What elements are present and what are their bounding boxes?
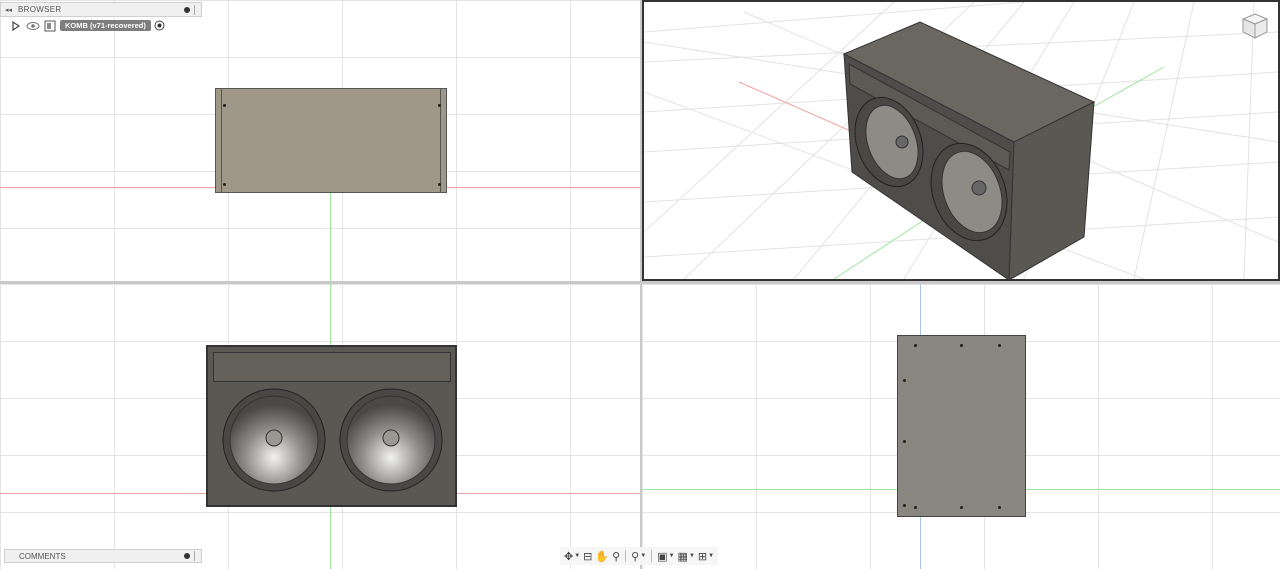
pin-icon[interactable]: [184, 553, 190, 559]
toolbar-divider: [625, 550, 627, 562]
eye-icon[interactable]: [26, 21, 40, 31]
viewport-perspective[interactable]: [642, 0, 1280, 281]
viewport-bottom-left[interactable]: COMMENTS: [0, 284, 640, 569]
panel-grip[interactable]: [194, 4, 197, 15]
component-label[interactable]: KOMB (v71-recovered): [60, 20, 151, 31]
perspective-scene: [644, 2, 1278, 279]
double-left-arrow-icon[interactable]: ◂◂: [5, 6, 12, 14]
tree-root-row[interactable]: KOMB (v71-recovered): [0, 17, 202, 34]
zoom-window-icon[interactable]: ⚲ ▼: [631, 550, 646, 563]
pin-icon[interactable]: [184, 6, 190, 13]
cabinet-3d[interactable]: [842, 21, 1096, 279]
radio-target-icon[interactable]: [154, 20, 165, 31]
screw-hole: [960, 344, 963, 347]
screw-hole: [903, 379, 906, 382]
screw-hole: [998, 506, 1001, 509]
screw-hole: [223, 104, 226, 107]
screw-hole: [960, 506, 963, 509]
display-settings-icon[interactable]: ▣ ▼: [657, 550, 674, 563]
y-axis-line: [330, 192, 331, 281]
cabinet-top-view[interactable]: [215, 88, 447, 193]
screw-hole: [903, 440, 906, 443]
navigation-toolbar: ✥ ▼ ⊟ ✋ ⚲ ⚲ ▼ ▣ ▼ ▦ ▼ ⊞ ▼: [560, 547, 719, 565]
comments-panel[interactable]: COMMENTS: [4, 549, 202, 563]
browser-title: BROWSER: [18, 5, 62, 14]
viewport-bottom-right[interactable]: [642, 284, 1280, 569]
screw-hole: [223, 183, 226, 186]
viewcube-icon[interactable]: [1240, 10, 1270, 40]
component-icon: [44, 20, 56, 31]
cabinet-side-view[interactable]: [897, 335, 1026, 517]
orbit-icon[interactable]: ✥ ▼: [564, 550, 580, 563]
screw-hole: [438, 104, 441, 107]
comments-title: COMMENTS: [19, 551, 66, 561]
screw-hole: [998, 344, 1001, 347]
grid-settings-icon[interactable]: ▦ ▼: [678, 550, 695, 563]
viewport-splitter-vertical[interactable]: [640, 0, 642, 569]
screw-hole: [914, 506, 917, 509]
zoom-icon[interactable]: ⚲: [612, 550, 620, 563]
screw-hole: [438, 183, 441, 186]
toolbar-divider: [651, 550, 653, 562]
expand-triangle-icon[interactable]: [12, 20, 20, 31]
pan-icon[interactable]: ✋: [595, 550, 609, 563]
viewport-splitter-horizontal[interactable]: [0, 281, 1280, 284]
panel-grip[interactable]: [194, 551, 197, 561]
viewports-icon[interactable]: ⊞ ▼: [698, 550, 714, 563]
look-at-icon[interactable]: ⊟: [583, 550, 592, 563]
browser-header: ◂◂ BROWSER: [0, 2, 202, 17]
browser-panel: ◂◂ BROWSER KOMB (v71-recovered): [0, 2, 202, 38]
cabinet-front-view[interactable]: [206, 345, 457, 507]
screw-hole: [903, 504, 906, 507]
viewport-top-left[interactable]: ◂◂ BROWSER KOMB (v71-recovered): [0, 0, 640, 281]
screw-hole: [914, 344, 917, 347]
